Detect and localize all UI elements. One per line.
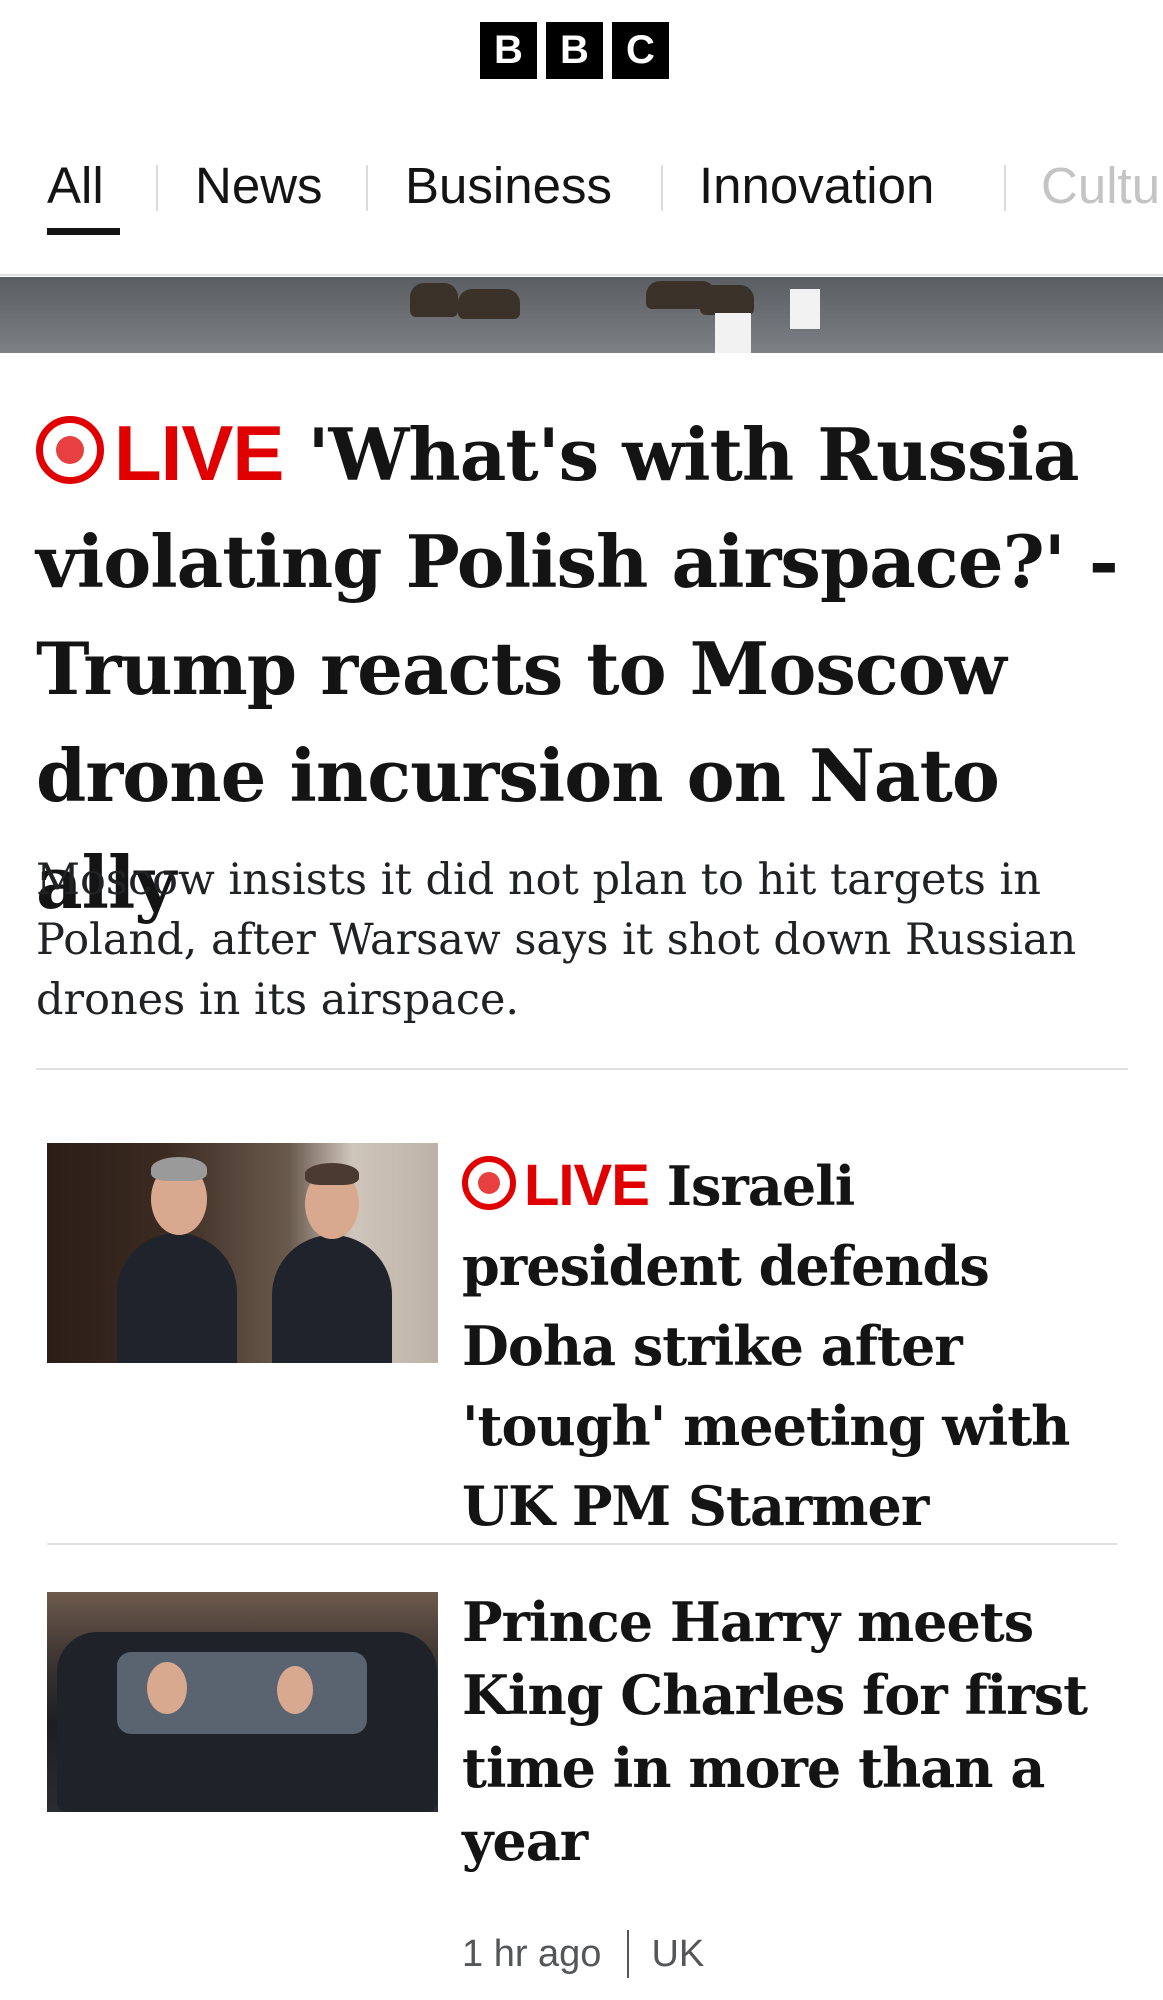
face-shape [147,1662,187,1714]
logo-letter: B [480,22,537,79]
meta-divider [627,1930,630,1978]
live-badge: LIVE [524,1153,650,1218]
boot-shape [410,283,458,317]
live-icon [36,416,104,484]
road-marking [790,289,820,329]
tab-news[interactable]: News [195,156,323,215]
logo-letter: B [546,22,603,79]
story-meta: 1 hr ago UK [462,1930,704,1978]
tab-all[interactable]: All [47,156,104,215]
nav-divider [1004,165,1006,211]
divider [36,1068,1128,1070]
story-headline[interactable]: Prince Harry meets King Charles for firs… [462,1586,1122,1878]
tab-business[interactable]: Business [405,156,612,215]
road-marking [715,313,751,353]
story-image-starmer-herzog[interactable] [47,1143,438,1363]
figure-shape [272,1235,392,1363]
nav-divider [156,165,158,211]
section-nav: All News Business Innovation Cultu [0,140,1163,240]
live-badge: LIVE [114,409,284,497]
nav-divider [366,165,368,211]
bbc-logo[interactable]: B B C [480,22,669,79]
face-shape [277,1666,313,1714]
boot-shape [700,285,754,315]
boot-shape [458,289,520,319]
hair-shape [151,1157,207,1181]
hair-shape [305,1163,359,1185]
site-header: B B C All News Business Innovation Cultu [0,0,1163,275]
tab-culture[interactable]: Cultu [1041,156,1160,215]
tab-innovation[interactable]: Innovation [699,156,934,215]
logo-letter: C [612,22,669,79]
active-tab-indicator [47,228,120,235]
story-category[interactable]: UK [651,1933,704,1976]
lead-story-image[interactable] [0,277,1163,353]
story-headline[interactable]: LIVE Israeli president defends Doha stri… [462,1146,1122,1546]
lead-summary: Moscow insists it did not plan to hit ta… [36,855,1077,1025]
figure-shape [117,1233,237,1363]
story-timestamp: 1 hr ago [462,1932,602,1975]
live-icon [462,1156,516,1210]
header-divider [0,274,1163,276]
nav-divider [661,165,663,211]
divider [47,1543,1117,1545]
story-image-prince-harry-car[interactable] [47,1592,438,1812]
